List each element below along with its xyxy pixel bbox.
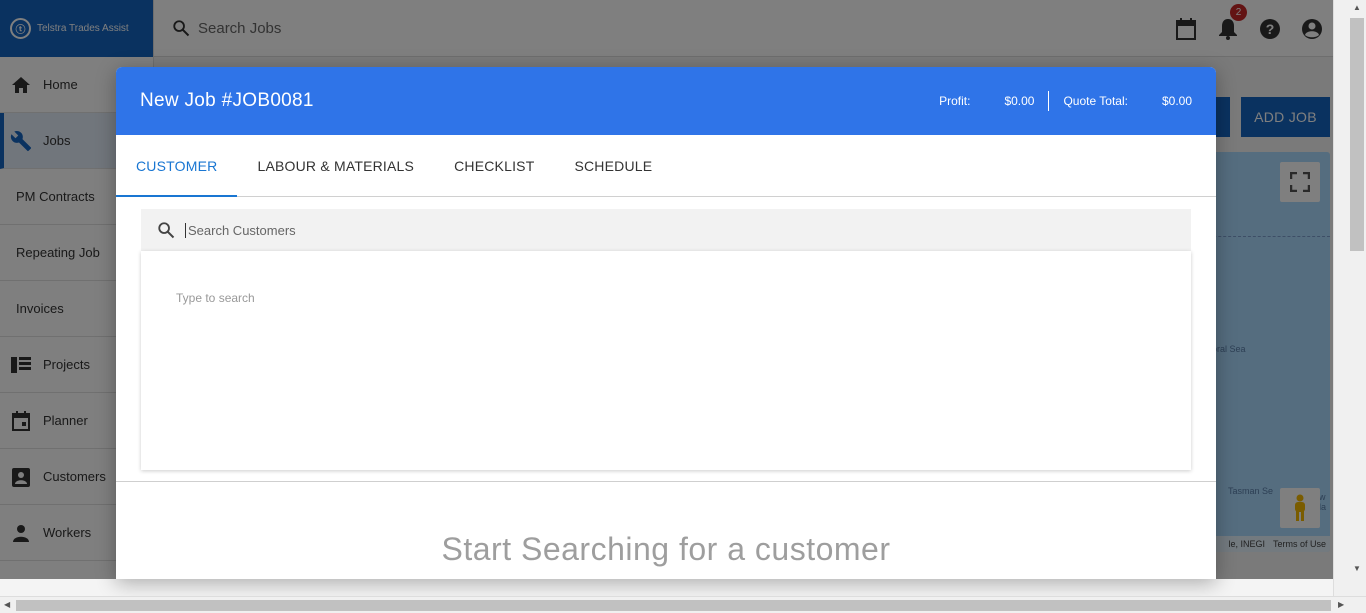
scroll-left-icon[interactable]: ◀ (4, 600, 10, 609)
job-totals: Profit: $0.00 Quote Total: $0.00 (939, 91, 1192, 111)
horizontal-scroll-thumb[interactable] (16, 600, 1331, 611)
modal-tabs: CUSTOMER LABOUR & MATERIALS CHECKLIST SC… (116, 135, 1216, 197)
scroll-down-icon[interactable]: ▼ (1353, 564, 1361, 573)
tab-schedule[interactable]: SCHEDULE (554, 135, 672, 196)
quote-total-value: $0.00 (1161, 94, 1192, 108)
empty-state-prompt: Start Searching for a customer (441, 531, 891, 567)
quote-total-label: Quote Total: (1063, 94, 1128, 108)
profit-value: $0.00 (1004, 94, 1035, 108)
new-job-modal: New Job #JOB0081 Profit: $0.00 Quote Tot… (116, 67, 1216, 579)
tab-checklist[interactable]: CHECKLIST (434, 135, 554, 196)
scroll-up-icon[interactable]: ▲ (1353, 3, 1361, 12)
results-hint: Type to search (176, 291, 255, 305)
modal-header: New Job #JOB0081 Profit: $0.00 Quote Tot… (116, 67, 1216, 135)
customer-search-input[interactable] (185, 222, 1085, 238)
modal-title: New Job #JOB0081 (140, 90, 314, 111)
customer-results-panel: Type to search (141, 251, 1191, 470)
customer-search-bar (141, 209, 1191, 251)
horizontal-scrollbar[interactable]: ◀ ▶ (0, 596, 1366, 613)
scroll-right-icon[interactable]: ▶ (1338, 600, 1344, 609)
tab-labour-materials[interactable]: LABOUR & MATERIALS (237, 135, 434, 196)
vertical-scroll-thumb[interactable] (1350, 18, 1364, 251)
vertical-scrollbar[interactable]: ▲ ▼ (1333, 0, 1366, 596)
tab-customer[interactable]: CUSTOMER (116, 135, 238, 197)
section-divider (116, 481, 1216, 482)
header-divider (1048, 91, 1050, 111)
profit-label: Profit: (939, 94, 971, 108)
search-icon (157, 221, 175, 239)
